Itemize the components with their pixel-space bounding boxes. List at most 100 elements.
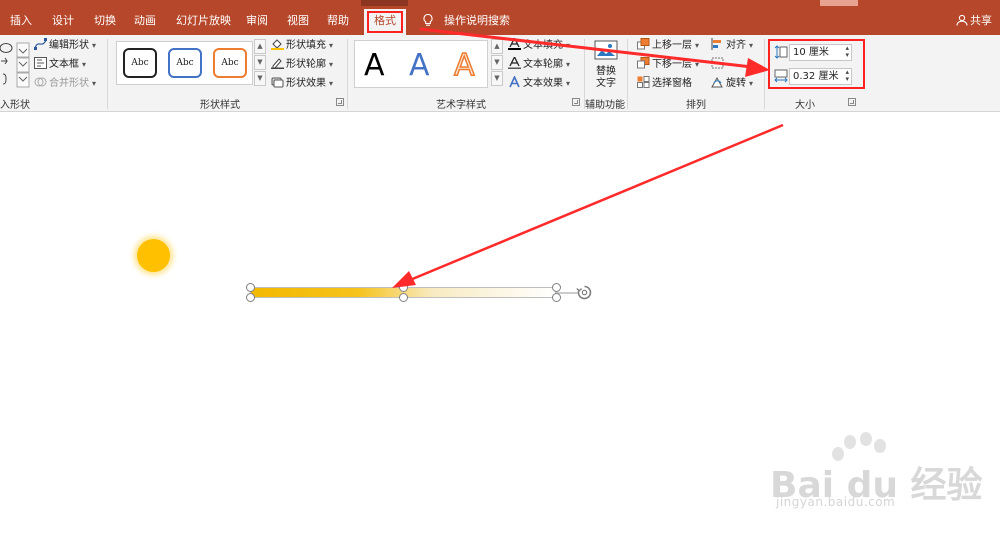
more-icon[interactable]: ▼ [254,71,266,86]
selection-pane-icon [637,76,650,88]
share-button[interactable]: 共享 [956,6,992,35]
group-icon [711,57,724,69]
chevron-down-icon: ▾ [566,60,571,69]
merge-shapes-button[interactable]: 合并形状 ▾ [34,76,96,92]
chevron-down-icon: ▾ [566,79,571,88]
rotation-connector [556,292,578,294]
wordart-group-label: 艺术字样式 [436,100,486,111]
sun-circle-shape[interactable] [137,239,170,272]
shape-effects-icon [271,77,284,88]
chevron-down-icon: ▾ [329,60,334,69]
wordart-sample-blue[interactable]: A [409,48,430,83]
shape-fill-button[interactable]: 形状填充 ▾ [271,38,333,54]
group-button[interactable] [711,57,726,73]
tab-transitions[interactable]: 切换 [94,6,116,35]
textbox-icon [34,57,47,69]
send-backward-label: 下移一层 [652,59,692,70]
text-outline-button[interactable]: 文本轮廓 ▾ [508,57,570,73]
chevron-down-icon: ▾ [329,41,334,50]
rotate-icon [711,76,723,88]
resize-handle[interactable] [246,293,255,302]
text-box-label: 文本框 [49,59,79,70]
alt-text-label-line2: 文字 [596,78,616,89]
scroll-down-icon[interactable]: ▼ [491,55,503,70]
lightbulb-icon [423,13,433,26]
wordart-sample-orange-outline[interactable]: A [453,47,475,84]
rotate-button[interactable]: 旋转 ▾ [711,76,753,92]
text-effects-icon [509,76,520,88]
ribbon-tabs: 插入 设计 切换 动画 幻灯片放映 审阅 视图 帮助 格式 操作说明搜索 共享 [0,6,1000,35]
shape-styles-scroll[interactable]: ▲ ▼ ▼ [254,39,266,87]
text-box-button[interactable]: 文本框 ▾ [34,57,86,73]
shapes-gallery-icon[interactable] [0,41,32,91]
chevron-down-icon: ▾ [566,41,571,50]
send-backward-button[interactable]: 下移一层 ▾ [637,57,699,73]
rotation-handle-icon[interactable] [576,284,593,301]
scroll-up-icon[interactable]: ▲ [491,39,503,54]
person-icon [956,14,968,26]
text-fill-icon [508,38,521,50]
pen-icon [271,58,284,69]
tab-review[interactable]: 审阅 [246,6,268,35]
align-button[interactable]: 对齐 ▾ [711,38,753,54]
alt-text-icon [594,40,618,60]
size-highlight-box [768,39,865,89]
tab-help[interactable]: 帮助 [327,6,349,35]
size-group-label: 大小 [795,100,815,111]
tab-design[interactable]: 设计 [52,6,74,35]
text-fill-button[interactable]: 文本填充 ▾ [508,38,570,54]
selection-pane-label: 选择窗格 [652,78,692,89]
resize-handle[interactable] [246,283,255,292]
shape-style-sample-blue[interactable]: Abc [168,48,202,78]
align-label: 对齐 [726,40,746,51]
chevron-down-icon: ▾ [749,41,754,50]
resize-handle[interactable] [399,283,408,292]
shape-outline-button[interactable]: 形状轮廓 ▾ [271,57,333,73]
dialog-launcher-icon[interactable] [336,98,344,106]
shape-style-sample-orange[interactable]: Abc [213,48,247,78]
tab-format[interactable]: 格式 [364,9,406,35]
tab-insert[interactable]: 插入 [10,6,32,35]
edit-points-icon [34,38,47,50]
edit-shape-button[interactable]: 编辑形状 ▾ [34,38,96,54]
scroll-up-icon[interactable]: ▲ [254,39,266,54]
text-effects-button[interactable]: 文本效果 ▾ [508,76,570,92]
shape-styles-group-label: 形状样式 [200,100,240,111]
bring-forward-icon [637,38,650,50]
shape-effects-button[interactable]: 形状效果 ▾ [271,76,333,92]
chevron-down-icon: ▾ [695,41,700,50]
tab-view[interactable]: 视图 [287,6,309,35]
dialog-launcher-icon[interactable] [848,98,856,106]
merge-shapes-label: 合并形状 [49,78,89,89]
accessibility-group-label: 辅助功能 [585,100,625,111]
send-backward-icon [637,57,650,69]
tell-me-search[interactable]: 操作说明搜索 [444,6,510,35]
resize-handle[interactable] [399,293,408,302]
share-label: 共享 [970,14,992,27]
bring-forward-button[interactable]: 上移一层 ▾ [637,38,699,54]
alt-text-button[interactable]: 替换 文字 [590,40,622,90]
dialog-launcher-icon[interactable] [572,98,580,106]
merge-shapes-icon [34,77,47,87]
rotate-label: 旋转 [726,78,746,89]
scroll-down-icon[interactable]: ▼ [254,55,266,70]
chevron-down-icon: ▾ [92,79,97,88]
selection-pane-button[interactable]: 选择窗格 [637,76,692,92]
text-outline-label: 文本轮廓 [523,59,563,70]
text-fill-label: 文本填充 [523,40,563,51]
tab-highlight-box [367,11,403,33]
shape-style-sample-dark[interactable]: Abc [123,48,157,78]
text-outline-icon [508,57,521,69]
wordart-sample-black[interactable]: A [364,48,385,83]
edit-shape-label: 编辑形状 [49,40,89,51]
shape-effects-label: 形状效果 [286,78,326,89]
align-icon [711,38,721,50]
bring-forward-label: 上移一层 [652,40,692,51]
chevron-down-icon: ▾ [92,41,97,50]
chevron-down-icon: ▾ [329,79,334,88]
tab-animations[interactable]: 动画 [134,6,156,35]
wordart-scroll[interactable]: ▲ ▼ ▼ [491,39,503,87]
chevron-down-icon: ▾ [695,60,700,69]
tab-slideshow[interactable]: 幻灯片放映 [176,6,231,35]
more-icon[interactable]: ▼ [491,71,503,86]
